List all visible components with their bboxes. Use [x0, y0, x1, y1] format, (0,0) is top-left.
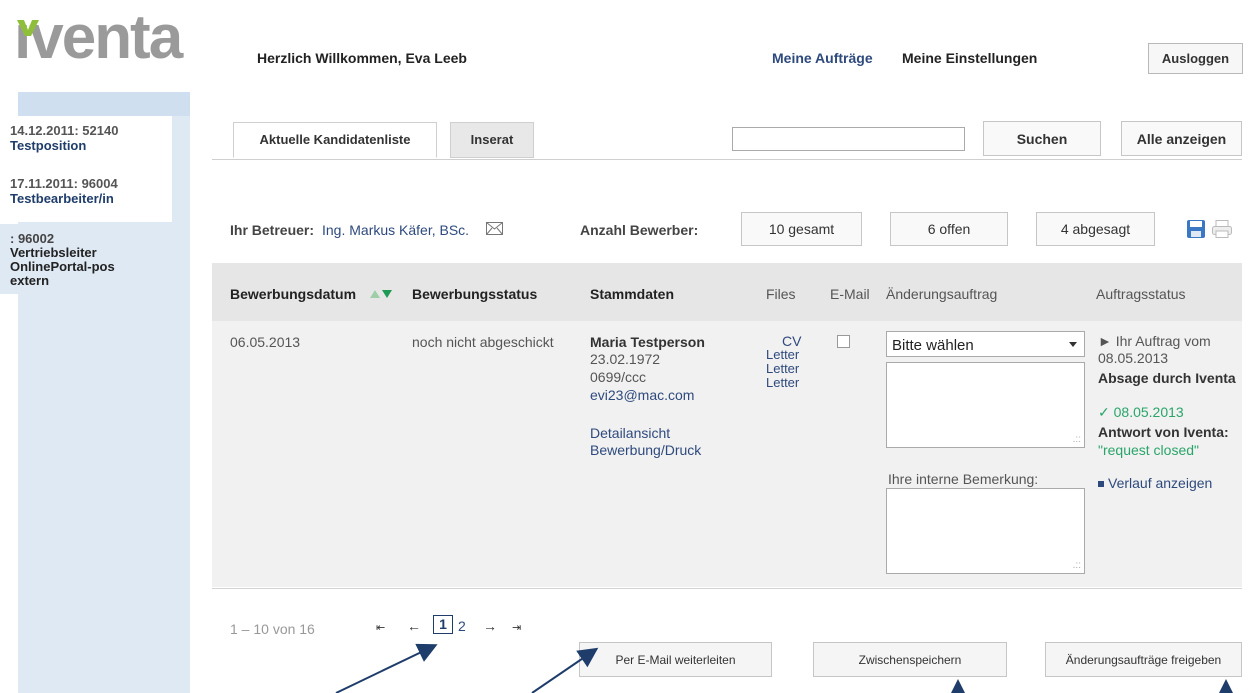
col-header-status: Bewerbungsstatus	[412, 286, 538, 302]
bullet-square-icon	[1098, 481, 1104, 488]
sidebar-item-vertriebsleiter[interactable]: : 96002 Vertriebsleiter OnlinePortal-pos…	[0, 224, 172, 294]
show-history-label: Verlauf anzeigen	[1108, 475, 1213, 491]
pagination-range: 1 – 10 von 16	[230, 621, 315, 637]
filter-rejected-button[interactable]: 4 abgesagt	[1036, 212, 1155, 246]
resize-grip-icon[interactable]: .::	[1073, 560, 1081, 571]
sidebar-item-name: Testposition	[10, 138, 87, 153]
release-orders-button[interactable]: Änderungsaufträge freigeben	[1045, 642, 1242, 677]
intermediate-save-button[interactable]: Zwischenspeichern	[813, 642, 1007, 677]
col-header-order-status: Auftragsstatus	[1096, 286, 1186, 302]
search-button[interactable]: Suchen	[983, 121, 1101, 156]
answer-date: ✓ 08.05.2013	[1098, 404, 1184, 420]
first-page-icon[interactable]: ⇤	[376, 621, 385, 634]
change-order-select[interactable]: Bitte wählen	[886, 331, 1085, 357]
betreuer-name-link[interactable]: Ing. Markus Käfer, BSc.	[322, 222, 469, 238]
file-letter-link[interactable]: Letter	[766, 347, 799, 362]
forward-email-button[interactable]: Per E-Mail weiterleiten	[579, 642, 772, 677]
filter-open-button[interactable]: 6 offen	[890, 212, 1008, 246]
candidate-phone: 0699/ccc	[590, 369, 647, 385]
anzahl-label: Anzahl Bewerber:	[580, 222, 699, 238]
prev-page-icon[interactable]: ←	[407, 618, 421, 634]
email-checkbox[interactable]	[837, 335, 850, 348]
answer-label: Antwort von Iventa:	[1098, 424, 1229, 440]
show-history-link[interactable]: Verlauf anzeigen	[1098, 475, 1212, 491]
sidebar-item-name: Vertriebsleiter OnlinePortal-pos extern	[10, 245, 115, 288]
change-order-select-value: Bitte wählen	[892, 337, 974, 354]
internal-note-textarea[interactable]: .::	[886, 488, 1085, 574]
candidate-birthdate: 23.02.1972	[590, 351, 661, 367]
table-row	[212, 321, 1242, 587]
annotation-arrow	[335, 643, 438, 693]
footer-divider	[212, 588, 1242, 589]
file-letter-link[interactable]: Letter	[766, 375, 799, 390]
order-status-line3: Absage durch Iventa	[1098, 370, 1236, 386]
tab-inserat[interactable]: Inserat	[450, 122, 534, 158]
next-page-icon[interactable]: →	[483, 618, 497, 634]
sidebar-item-name: Testbearbeiter/in	[10, 191, 114, 206]
row-status: noch nicht abgeschickt	[412, 334, 554, 350]
col-header-email: E-Mail	[830, 286, 870, 302]
show-all-button[interactable]: Alle anzeigen	[1121, 121, 1242, 156]
col-header-change: Änderungsauftrag	[886, 286, 998, 302]
col-header-date[interactable]: Bewerbungsdatum	[230, 286, 356, 302]
order-status-line1: ► Ihr Auftrag vom	[1098, 333, 1211, 349]
col-header-master: Stammdaten	[590, 286, 675, 302]
table-header	[212, 263, 1242, 321]
sort-arrows-icon[interactable]	[370, 287, 392, 305]
logout-button[interactable]: Ausloggen	[1148, 43, 1243, 74]
internal-note-label: Ihre interne Bemerkung:	[888, 471, 1039, 487]
sidebar-item-testposition[interactable]: 14.12.2011: 52140 Testposition	[0, 116, 172, 169]
page-2-link[interactable]: 2	[458, 618, 466, 634]
candidate-email-link[interactable]: evi23@mac.com	[590, 387, 694, 403]
page-1-button[interactable]: 1	[433, 615, 453, 634]
resize-grip-icon[interactable]: .::	[1073, 434, 1081, 445]
save-disk-icon[interactable]	[1187, 220, 1205, 243]
iventa-logo: ıventa	[14, 6, 244, 66]
order-status-line2: 08.05.2013	[1098, 350, 1169, 366]
sidebar-header-strip	[18, 92, 190, 116]
welcome-text: Herzlich Willkommen, Eva Leeb	[257, 50, 467, 66]
col-header-files: Files	[766, 286, 796, 302]
tab-candidate-list[interactable]: Aktuelle Kandidatenliste	[233, 122, 437, 158]
betreuer-label: Ihr Betreuer:	[230, 222, 315, 238]
answer-text: "request closed"	[1098, 442, 1199, 458]
print-icon[interactable]	[1212, 220, 1232, 243]
search-input[interactable]	[732, 127, 965, 151]
last-page-icon[interactable]: ⇥	[512, 621, 521, 634]
file-letter-link[interactable]: Letter	[766, 361, 799, 376]
sidebar-item-date: 17.11.2011: 96004	[10, 176, 118, 191]
sidebar-item-date: 14.12.2011: 52140	[10, 123, 119, 138]
chevron-down-icon	[1069, 342, 1077, 347]
sidebar-item-date: : 96002	[10, 231, 55, 246]
row-date: 06.05.2013	[230, 334, 301, 350]
filter-total-button[interactable]: 10 gesamt	[741, 212, 862, 246]
nav-my-settings[interactable]: Meine Einstellungen	[902, 50, 1037, 66]
candidate-name: Maria Testperson	[590, 334, 705, 350]
print-application-link[interactable]: Bewerbung/Druck	[590, 442, 701, 458]
change-order-textarea[interactable]: .::	[886, 362, 1085, 448]
nav-my-orders[interactable]: Meine Aufträge	[772, 50, 873, 66]
mail-icon[interactable]	[486, 222, 503, 240]
sidebar-item-testbearbeiter[interactable]: 17.11.2011: 96004 Testbearbeiter/in	[0, 169, 172, 222]
svg-text:ıventa: ıventa	[14, 6, 184, 66]
tabs-baseline	[212, 159, 1242, 160]
detail-view-link[interactable]: Detailansicht	[590, 425, 670, 441]
